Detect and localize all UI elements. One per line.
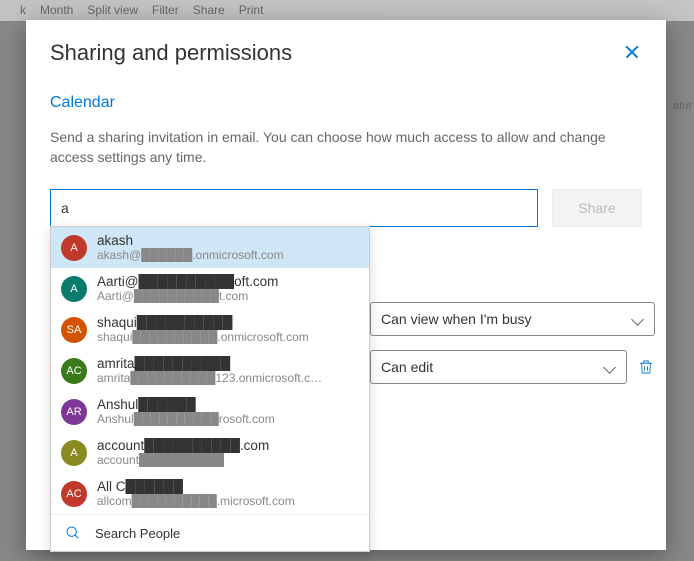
calendar-section-label: Calendar bbox=[50, 94, 642, 112]
modal-title: Sharing and permissions bbox=[50, 40, 292, 66]
permissions-area: Can view when I'm busy Can edit bbox=[370, 302, 655, 398]
permission-row: Can view when I'm busy bbox=[370, 302, 655, 336]
background-day-label: atur bbox=[673, 100, 692, 112]
suggestion-email: Anshul██████████rosoft.com bbox=[97, 412, 359, 426]
email-input[interactable] bbox=[50, 189, 538, 227]
suggestion-item[interactable]: Aaccount██████████.comaccount██████████ bbox=[51, 432, 369, 473]
avatar: A bbox=[61, 235, 87, 261]
suggestion-email: account██████████ bbox=[97, 453, 359, 467]
suggestion-name: akash bbox=[97, 233, 359, 248]
avatar: AC bbox=[61, 358, 87, 384]
avatar: A bbox=[61, 440, 87, 466]
suggestion-scroll[interactable]: Aakashakash@██████.onmicrosoft.comAAarti… bbox=[51, 227, 369, 514]
help-text: Send a sharing invitation in email. You … bbox=[50, 128, 642, 167]
suggestion-email: amrita██████████123.onmicrosoft.c… bbox=[97, 371, 359, 385]
permission-select[interactable]: Can edit bbox=[370, 350, 627, 384]
permission-label: Can view when I'm busy bbox=[381, 311, 532, 327]
suggestion-name: Aarti@██████████oft.com bbox=[97, 274, 359, 289]
suggestion-email: allcom██████████.microsoft.com bbox=[97, 494, 359, 508]
chevron-down-icon bbox=[632, 313, 644, 325]
close-icon[interactable] bbox=[622, 42, 642, 62]
trash-icon[interactable] bbox=[637, 358, 655, 376]
avatar: AC bbox=[61, 481, 87, 507]
background-toolbar: k Month Split view Filter Share Print bbox=[0, 0, 694, 21]
suggestion-name: amrita██████████ bbox=[97, 356, 359, 371]
suggestion-item[interactable]: A Aarti@██████████oft.comAarti@██████████… bbox=[51, 268, 369, 309]
permission-row: Can edit bbox=[370, 350, 655, 384]
people-suggestion-dropdown: Aakashakash@██████.onmicrosoft.comAAarti… bbox=[50, 226, 370, 552]
share-button[interactable]: Share bbox=[552, 189, 642, 227]
chevron-down-icon bbox=[604, 361, 616, 373]
suggestion-name: All C██████ bbox=[97, 479, 359, 494]
suggestion-email: akash@██████.onmicrosoft.com bbox=[97, 248, 359, 262]
suggestion-email: shaqui██████████.onmicrosoft.com bbox=[97, 330, 359, 344]
suggestion-item[interactable]: Aakashakash@██████.onmicrosoft.com bbox=[51, 227, 369, 268]
suggestion-item[interactable]: SA shaqui██████████shaqui██████████.onmic… bbox=[51, 309, 369, 350]
suggestion-item[interactable]: AR Anshul██████Anshul██████████rosoft.com bbox=[51, 391, 369, 432]
avatar: A bbox=[61, 276, 87, 302]
search-icon bbox=[65, 525, 81, 541]
sharing-permissions-modal: Sharing and permissions Calendar Send a … bbox=[26, 20, 666, 550]
suggestion-name: account██████████.com bbox=[97, 438, 359, 453]
suggestion-item[interactable]: AC amrita██████████amrita██████████123.on… bbox=[51, 350, 369, 391]
avatar: AR bbox=[61, 399, 87, 425]
search-people-label: Search People bbox=[95, 526, 180, 541]
permission-select[interactable]: Can view when I'm busy bbox=[370, 302, 655, 336]
search-people-row[interactable]: Search People bbox=[51, 514, 369, 551]
suggestion-name: shaqui██████████ bbox=[97, 315, 359, 330]
suggestion-name: Anshul██████ bbox=[97, 397, 359, 412]
permission-label: Can edit bbox=[381, 359, 433, 375]
avatar: SA bbox=[61, 317, 87, 343]
suggestion-email: Aarti@██████████t.com bbox=[97, 289, 359, 303]
suggestion-item[interactable]: AC All C██████allcom██████████.microsoft.… bbox=[51, 473, 369, 514]
